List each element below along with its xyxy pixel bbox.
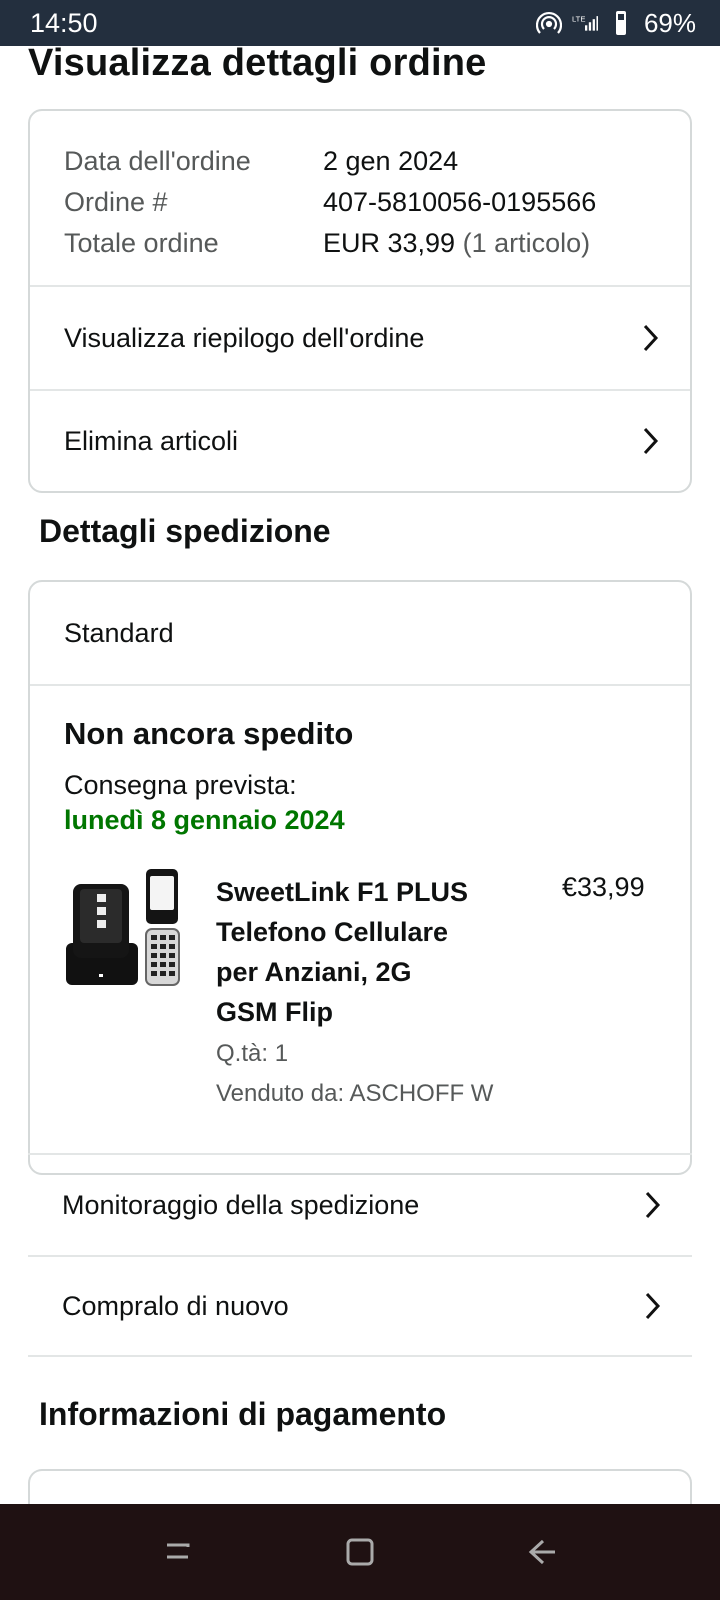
product-image[interactable] (66, 869, 184, 991)
order-number-label: Ordine # (64, 187, 168, 217)
product-title-line-1: SweetLink F1 PLUS (216, 877, 469, 907)
product-seller: Venduto da: ASCHOFF W (216, 1080, 494, 1107)
order-total-label: Totale ordine (64, 228, 219, 258)
payment-information-title: Informazioni di pagamento (39, 1396, 447, 1432)
chevron-right-icon (645, 1191, 661, 1219)
order-number-value: 407-5810056-0195566 (323, 187, 597, 217)
order-date-label: Data dell'ordine (64, 146, 251, 176)
product-title-line-3: per Anziani, 2G (216, 957, 412, 987)
order-number-row: Ordine # 407-5810056-0195566 (64, 182, 656, 223)
order-total-row: Totale ordine EUR 33,99 (1 articolo) (64, 223, 656, 264)
order-summary-card: Data dell'ordine 2 gen 2024 Ordine # 407… (28, 109, 692, 493)
shipping-method: Standard (30, 582, 690, 686)
lte-signal-icon: LTE (572, 14, 598, 31)
status-time: 14:50 (30, 7, 98, 38)
order-item-count: (1 articolo) (462, 228, 591, 258)
home-icon (346, 1538, 374, 1566)
shipment-tracking-label: Monitoraggio della spedizione (62, 1189, 420, 1220)
order-info: Data dell'ordine 2 gen 2024 Ordine # 407… (30, 111, 690, 287)
battery-icon (615, 11, 626, 35)
recent-apps-button[interactable] (154, 1528, 202, 1576)
recent-apps-icon (167, 1543, 190, 1559)
payment-card (28, 1469, 692, 1509)
battery-percentage: 69% (643, 7, 696, 38)
chevron-right-icon (643, 427, 659, 455)
back-button[interactable] (518, 1528, 566, 1576)
delivery-label: Consegna prevista: (64, 770, 297, 800)
shipping-details-title: Dettagli spedizione (39, 513, 331, 549)
hotspot-icon (535, 11, 562, 34)
delete-items-label: Elimina articoli (64, 425, 239, 456)
status-icons: LTE 69% (535, 7, 696, 39)
buy-again-row[interactable]: Compralo di nuovo (28, 1255, 692, 1357)
shipping-card: Standard Non ancora spedito Consegna pre… (28, 580, 692, 1175)
product-quantity: Q.tà: 1 (216, 1040, 289, 1067)
status-bar: 14:50 LTE 69% (0, 0, 720, 46)
delivery-date: lunedì 8 gennaio 2024 (64, 805, 345, 835)
product-price: €33,99 (562, 872, 645, 902)
product-title-line-4: GSM Flip (216, 997, 333, 1027)
chevron-right-icon (645, 1292, 661, 1320)
view-order-summary-label: Visualizza riepilogo dell'ordine (64, 322, 425, 353)
order-total-value: EUR 33,99 (1 articolo) (323, 223, 590, 264)
shipping-status: Non ancora spedito (64, 716, 354, 751)
view-order-summary-row[interactable]: Visualizza riepilogo dell'ordine (30, 287, 690, 389)
delete-items-row[interactable]: Elimina articoli (30, 389, 690, 491)
order-total-amount: EUR 33,99 (323, 228, 456, 258)
shipping-content: Non ancora spedito Consegna prevista: lu… (30, 686, 690, 1107)
order-date-row: Data dell'ordine 2 gen 2024 (64, 141, 656, 182)
chevron-right-icon (643, 324, 659, 352)
svg-text:LTE: LTE (572, 14, 585, 23)
home-button[interactable] (336, 1528, 384, 1576)
shipment-tracking-row[interactable]: Monitoraggio della spedizione (28, 1153, 692, 1255)
order-date-value: 2 gen 2024 (323, 146, 459, 176)
buy-again-label: Compralo di nuovo (62, 1290, 289, 1321)
product-title-line-2: Telefono Cellulare (216, 917, 449, 947)
android-navigation-bar (0, 1504, 720, 1600)
product-title[interactable]: SweetLink F1 PLUS Telefono Cellulare per… (216, 872, 516, 1032)
back-icon (528, 1539, 555, 1565)
page-title: Visualizza dettagli ordine (28, 42, 487, 84)
